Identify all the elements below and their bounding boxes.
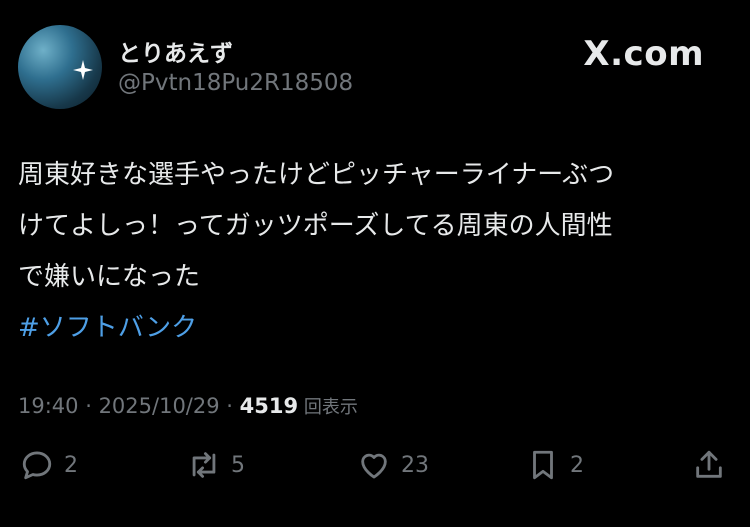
- x-logo: X.com: [583, 34, 704, 74]
- tweet-meta: 19:40 · 2025/10/29 · 4519 回表示: [18, 393, 358, 419]
- meta-separator: ·: [78, 394, 99, 418]
- share-icon: [696, 450, 722, 478]
- repost-icon: [192, 452, 216, 478]
- heart-icon: [361, 453, 387, 479]
- bookmark-count: 2: [570, 452, 584, 478]
- bookmark-icon: [533, 450, 553, 480]
- reply-count: 2: [64, 452, 78, 478]
- bookmark-button[interactable]: 2: [526, 448, 584, 482]
- meta-separator: ·: [219, 394, 240, 418]
- post-time[interactable]: 19:40: [18, 394, 79, 418]
- view-count: 4519: [239, 394, 299, 418]
- repost-count: 5: [231, 452, 245, 478]
- tweet-line: 周東好きな選手やったけどピッチャーライナーぶつ: [18, 160, 615, 190]
- reply-button[interactable]: 2: [20, 448, 78, 482]
- repost-button[interactable]: 5: [187, 448, 245, 482]
- avatar[interactable]: [18, 25, 102, 109]
- view-label: 回表示: [298, 397, 358, 418]
- post-date[interactable]: 2025/10/29: [99, 394, 220, 418]
- display-name[interactable]: とりあえず: [118, 34, 233, 68]
- like-count: 23: [401, 452, 429, 478]
- tweet-line: けてよしっ！ってガッツポーズしてる周東の人間性: [18, 211, 613, 241]
- tweet-line: で嫌いになった: [18, 262, 201, 292]
- tweet-text: 周東好きな選手やったけどピッチャーライナーぶつ けてよしっ！ってガッツポーズして…: [18, 150, 718, 354]
- action-bar: 2 5 23 2: [0, 448, 750, 498]
- like-button[interactable]: 23: [357, 448, 429, 482]
- reply-icon: [22, 451, 52, 480]
- share-button[interactable]: [692, 448, 726, 482]
- hashtag-link[interactable]: #ソフトバンク: [18, 303, 718, 354]
- sparkle-icon: [73, 60, 93, 80]
- user-handle[interactable]: @Pvtn18Pu2R18508: [118, 70, 353, 96]
